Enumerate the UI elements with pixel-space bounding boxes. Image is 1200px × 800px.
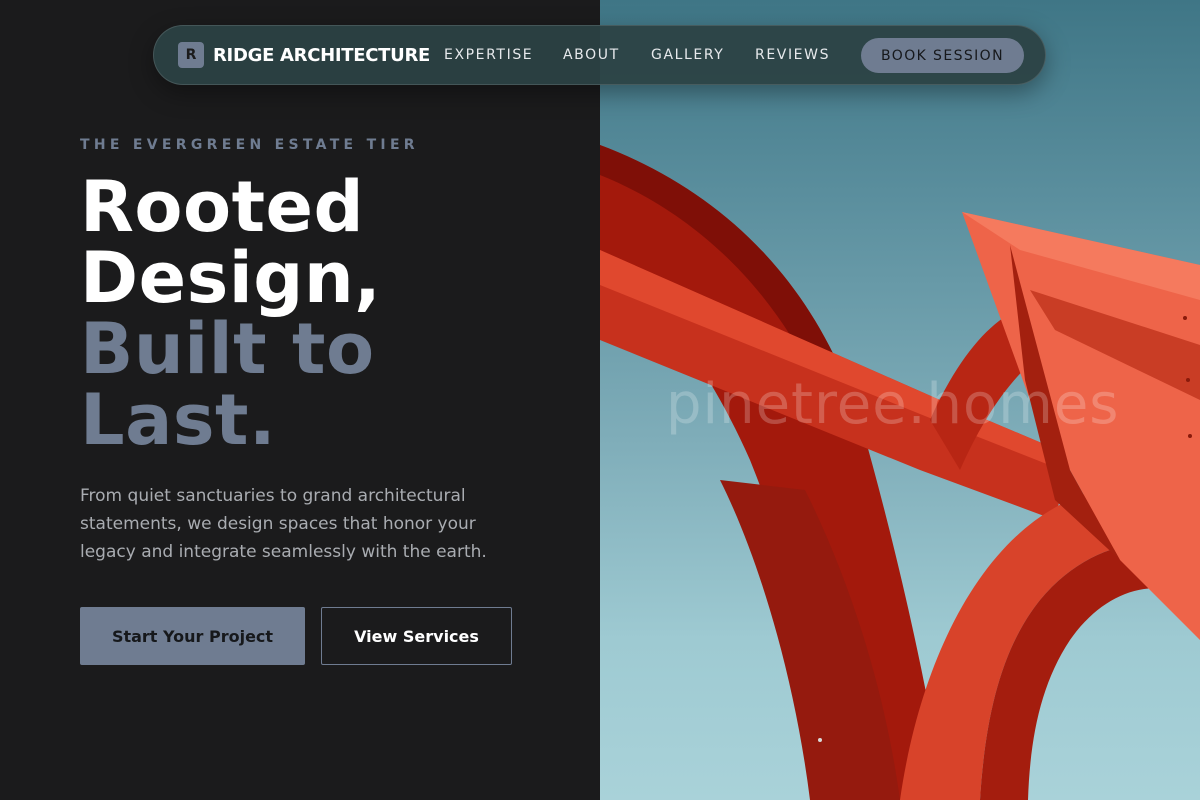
nav-link-reviews[interactable]: REVIEWS	[755, 47, 830, 63]
view-services-button[interactable]: View Services	[321, 607, 512, 665]
brand-logo[interactable]: R RIDGE ARCHITECTURE	[178, 42, 430, 68]
start-project-button[interactable]: Start Your Project	[80, 607, 305, 665]
brand-mark-icon: R	[178, 42, 204, 68]
top-navigation: R RIDGE ARCHITECTURE EXPERTISE ABOUT GAL…	[153, 25, 1046, 85]
hero-description: From quiet sanctuaries to grand architec…	[80, 486, 487, 562]
headline-line-2: Design,	[80, 237, 382, 319]
hero-headline: Rooted Design, Built to Last.	[80, 172, 381, 456]
headline-line-4: Last.	[80, 379, 277, 461]
book-session-button[interactable]: BOOK SESSION	[861, 38, 1024, 73]
headline-line-1: Rooted	[80, 166, 365, 248]
watermark-text: pinetree.homes	[666, 372, 1120, 437]
hero-image: pinetree.homes	[600, 0, 1200, 800]
nav-link-gallery[interactable]: GALLERY	[651, 47, 724, 63]
brand-name: RIDGE ARCHITECTURE	[213, 44, 431, 66]
hero-eyebrow: THE EVERGREEN ESTATE TIER	[80, 137, 419, 153]
nav-link-about[interactable]: ABOUT	[563, 47, 620, 63]
nav-link-expertise[interactable]: EXPERTISE	[444, 47, 533, 63]
landing-page: pinetree.homes R RIDGE ARCHITECTURE EXPE…	[0, 0, 1200, 800]
headline-line-3: Built to	[80, 308, 375, 390]
